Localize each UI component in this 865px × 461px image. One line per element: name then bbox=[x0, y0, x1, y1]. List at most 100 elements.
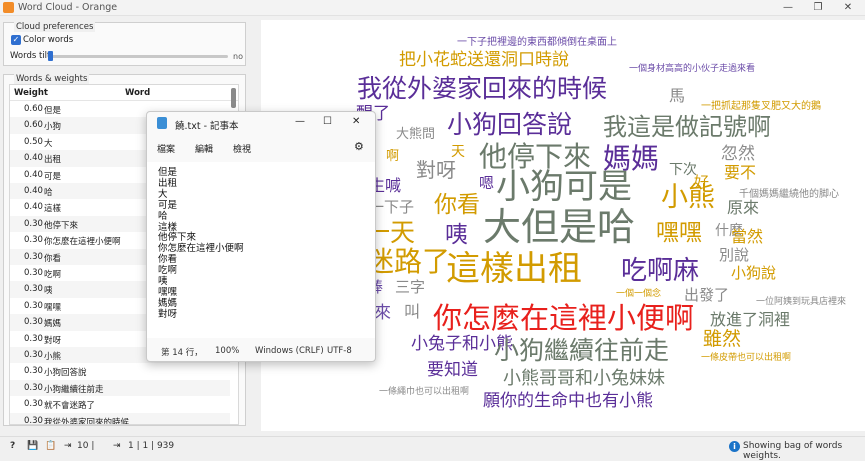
notepad-maximize-button[interactable]: ☐ bbox=[323, 116, 332, 127]
table-row[interactable]: 0.30 小狗繼續往前走 bbox=[10, 379, 230, 397]
cloud-word: 這樣出租 bbox=[446, 249, 582, 289]
cloud-word: 別說 bbox=[719, 246, 750, 264]
menu-edit[interactable]: 編輯 bbox=[195, 142, 213, 155]
cloud-word: 下次 bbox=[669, 162, 697, 178]
weight-cell: 0.30 bbox=[24, 350, 43, 360]
table-row[interactable]: 0.30 小狗回答說 bbox=[10, 363, 230, 379]
window-title: Word Cloud - Orange bbox=[18, 2, 118, 13]
output-count: 1 | 1 | 939 bbox=[128, 441, 175, 451]
cloud-word: 馬 bbox=[669, 86, 686, 105]
word-cell: 大 bbox=[44, 138, 53, 149]
cloud-word: 當然 bbox=[731, 227, 764, 246]
status-bar: ? 💾 📋 ⇥ 10 | ⇥ 1 | 1 | 939 i Showing bag… bbox=[0, 436, 865, 461]
notepad-text-area[interactable]: 但是 出租大可是哈這樣 他停下來 你怎麼在這裡小便啊 你看 吃啊咦嘿嘿 媽媽 對呀 bbox=[147, 162, 375, 338]
word-cell: 我從外婆家回來的時候 bbox=[44, 417, 130, 425]
cloud-word: 一把抓起那隻叉肥又大的鵝 bbox=[701, 101, 821, 112]
cloud-word: 嘿嘿 bbox=[656, 220, 702, 246]
help-icon[interactable]: ? bbox=[10, 441, 15, 451]
input-count: 10 | bbox=[77, 441, 95, 451]
notepad-close-button[interactable]: ✕ bbox=[352, 116, 360, 127]
cloud-word: 把小花蛇送還洞口時說 bbox=[399, 50, 569, 70]
weight-cell: 0.30 bbox=[24, 284, 43, 295]
restore-button[interactable]: ❐ bbox=[804, 0, 832, 16]
notepad-text-line: 哈 bbox=[158, 210, 168, 222]
cloud-word: 我從外婆家回來的時候 bbox=[357, 74, 608, 103]
cloud-word: 願你的生命中也有小熊 bbox=[483, 391, 653, 411]
word-cell: 小狗繼續往前走 bbox=[44, 384, 104, 395]
cloud-word: 一條皮帶也可以出租啊 bbox=[701, 353, 792, 363]
cloud-word: 原來 bbox=[727, 198, 760, 217]
table-scrollbar[interactable] bbox=[231, 88, 236, 108]
word-cell: 媽媽 bbox=[44, 319, 62, 330]
menu-file[interactable]: 檔案 bbox=[157, 142, 175, 155]
word-cell: 出租 bbox=[44, 155, 62, 166]
cloud-word: 對呀 bbox=[416, 158, 456, 182]
cloud-word: 要知道 bbox=[427, 360, 478, 380]
cloud-word: 小狗說 bbox=[731, 264, 777, 282]
notepad-zoom: 100% bbox=[215, 346, 240, 356]
cloud-word: 大但是哈 bbox=[483, 205, 636, 249]
table-row[interactable]: 0.30 就不會迷路了 bbox=[10, 396, 230, 412]
notepad-statusbar: 第 14 行， 100% Windows (CRLF) UTF-8 bbox=[147, 342, 375, 362]
notepad-text-line: 大 bbox=[158, 188, 168, 200]
weight-cell: 0.30 bbox=[24, 366, 43, 377]
cloud-word: 一個一個念 bbox=[616, 289, 662, 299]
report-icon[interactable]: 📋 bbox=[45, 441, 56, 451]
cloud-word: 叫 bbox=[404, 302, 421, 321]
cloud-word: 嗯 bbox=[479, 174, 495, 192]
table-row[interactable]: 0.30 我從外婆家回來的時候 bbox=[10, 412, 230, 425]
word-cell: 哈 bbox=[44, 188, 53, 198]
word-cell: 你看 bbox=[44, 253, 62, 264]
menu-view[interactable]: 檢視 bbox=[233, 142, 251, 155]
words-tilt-value: no bbox=[233, 52, 243, 61]
cloud-word: 三字 bbox=[395, 278, 426, 296]
cloud-word: 大熊問 bbox=[396, 127, 436, 142]
cloud-word: 小狗繼續往前走 bbox=[494, 336, 670, 365]
weight-cell: 0.30 bbox=[24, 382, 43, 393]
cloud-word: 天 bbox=[451, 144, 465, 160]
cloud-word: 雖然 bbox=[703, 328, 742, 350]
word-cell: 小狗 bbox=[44, 122, 62, 133]
word-cell: 小熊 bbox=[44, 352, 62, 362]
settings-gear-icon[interactable]: ⚙ bbox=[354, 140, 364, 153]
cloud-word: 小熊哥哥和小兔妹妹 bbox=[503, 368, 665, 389]
cloud-word: 來 bbox=[374, 303, 391, 323]
status-message: Showing bag of words weights. bbox=[743, 441, 843, 461]
cloud-word: 小狗回答說 bbox=[447, 110, 573, 139]
word-cell: 小狗回答說 bbox=[44, 368, 87, 379]
close-button[interactable]: ✕ bbox=[834, 0, 862, 16]
minimize-button[interactable]: — bbox=[774, 0, 802, 16]
cloud-preferences-title: Cloud preferences bbox=[14, 22, 96, 32]
notepad-encoding: UTF-8 bbox=[327, 346, 352, 356]
weight-cell: 0.40 bbox=[24, 202, 43, 213]
word-column-header[interactable]: Word bbox=[125, 88, 150, 98]
save-icon[interactable]: 💾 bbox=[27, 441, 38, 451]
word-cell: 這樣 bbox=[44, 204, 62, 215]
cloud-word: 我這是做記號啊 bbox=[603, 113, 771, 141]
weight-cell: 0.30 bbox=[24, 415, 43, 425]
notepad-minimize-button[interactable]: — bbox=[295, 116, 305, 127]
words-tilt-slider-thumb[interactable] bbox=[48, 51, 53, 61]
weight-column-header[interactable]: Weight bbox=[14, 88, 48, 98]
notepad-text-line: 咦 bbox=[158, 276, 168, 287]
cloud-word: 忽然 bbox=[721, 144, 755, 164]
notepad-line-ending: Windows (CRLF) bbox=[255, 346, 324, 356]
weight-cell: 0.40 bbox=[24, 169, 43, 180]
cloud-word: 小熊 bbox=[661, 182, 715, 213]
notepad-text-line: 出租 bbox=[158, 177, 178, 189]
weight-cell: 0.30 bbox=[24, 300, 43, 311]
weight-cell: 0.30 bbox=[24, 268, 43, 278]
notepad-window[interactable]: 饒.txt - 記事本 — ☐ ✕ 檔案 編輯 檢視 ⚙ 但是 出租大可是哈這樣他… bbox=[146, 111, 376, 362]
color-words-checkbox[interactable]: ✓ bbox=[11, 35, 21, 45]
cloud-word: 放進了洞裡 bbox=[710, 310, 791, 329]
cloud-word: 小狗可是 bbox=[496, 167, 632, 207]
cloud-word: 一個身材高高的小伙子走過來看 bbox=[629, 64, 756, 74]
weight-cell: 0.30 bbox=[24, 317, 43, 328]
words-tilt-slider[interactable] bbox=[48, 55, 228, 58]
notepad-text-line: 這樣 bbox=[158, 221, 178, 233]
cloud-word: 一條繩巾也可以出租啊 bbox=[379, 387, 470, 397]
cloud-word: 一下子把裡邊的東西都傾倒在桌面上 bbox=[457, 37, 617, 48]
cloud-word: 迷路了 bbox=[366, 245, 451, 278]
table-header: Weight Word bbox=[10, 85, 238, 101]
word-cell: 對呀 bbox=[44, 335, 62, 346]
